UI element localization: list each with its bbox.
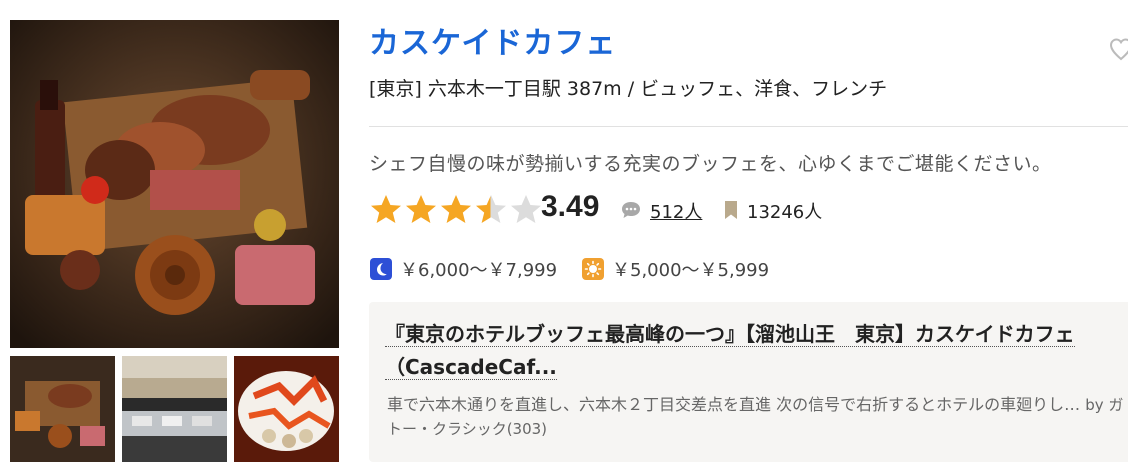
thumbnail-2[interactable] <box>122 356 227 462</box>
rating-stars <box>369 193 544 227</box>
star-icon <box>406 195 436 223</box>
restaurant-name-link[interactable]: カスケイドカフェ <box>369 18 616 62</box>
area-genre-line: [東京] 六本木一丁目駅 387m / ビュッフェ、洋食、フレンチ <box>369 78 888 100</box>
star-icon <box>371 195 401 223</box>
review-title-line-1: 『東京のホテルブッフェ最高峰の一つ』【溜池山王 東京】カスケイドカフェ <box>385 322 1075 347</box>
divider <box>369 126 1128 127</box>
featured-review-title-link[interactable]: 『東京のホテルブッフェ最高峰の一つ』【溜池山王 東京】カスケイドカフェ （Cas… <box>385 318 1128 384</box>
lunch-price: ￥5,000～￥5,999 <box>582 256 769 282</box>
star-icon <box>511 195 541 223</box>
thumbnail-1[interactable] <box>10 356 115 462</box>
food-platter-thumbnail <box>10 356 115 462</box>
catch-copy: シェフ自慢の味が勢揃いする充実のブッフェを、心ゆくまでご堪能ください。 <box>369 153 1052 175</box>
speech-bubble-icon <box>620 200 642 224</box>
rating-score: 3.49 <box>541 190 600 223</box>
bookmark-count: 13246人 <box>747 202 823 223</box>
star-icon <box>476 195 506 223</box>
lunch-price-text: ￥5,000～￥5,999 <box>612 260 770 281</box>
review-excerpt-text: 車で六本木通りを直進し、六本木２丁目交差点を直進 次の信号で右折するとホテルの車… <box>387 395 1081 414</box>
dinner-price-text: ￥6,000～￥7,999 <box>400 260 558 281</box>
moon-icon <box>370 258 392 280</box>
crab-platter-thumbnail <box>234 356 339 462</box>
thumbnail-3[interactable] <box>234 356 339 462</box>
heart-outline-icon[interactable] <box>1109 38 1128 62</box>
review-count-link[interactable]: 512人 <box>650 198 702 224</box>
main-photo[interactable] <box>10 20 339 348</box>
food-platter-image <box>10 20 339 348</box>
bookmark-icon <box>723 200 739 224</box>
review-title-line-2: （CascadeCaf... <box>385 355 557 380</box>
buffet-counter-thumbnail <box>122 356 227 462</box>
star-icon <box>441 195 471 223</box>
sun-icon <box>582 258 604 280</box>
featured-review-excerpt: 車で六本木通りを直進し、六本木２丁目交差点を直進 次の信号で右折するとホテルの車… <box>387 393 1128 441</box>
dinner-price: ￥6,000～￥7,999 <box>370 256 557 282</box>
